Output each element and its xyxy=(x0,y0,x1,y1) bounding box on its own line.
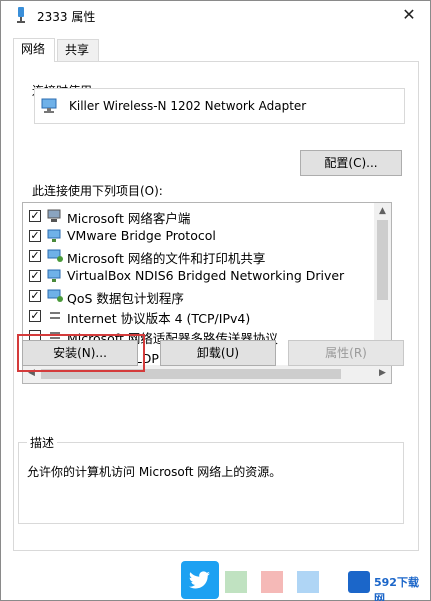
install-button[interactable]: 安装(N)... xyxy=(22,340,138,366)
network-service-icon xyxy=(47,289,63,303)
window-title: 2333 属性 xyxy=(37,10,96,24)
checkbox[interactable]: ✓ xyxy=(29,290,41,302)
network-adapter-icon xyxy=(41,98,59,114)
scroll-thumb[interactable] xyxy=(377,220,388,300)
checkbox[interactable]: ✓ xyxy=(29,310,41,322)
list-item[interactable]: ✓ Microsoft 网络的文件和打印机共享 xyxy=(23,246,373,266)
site-logo-icon xyxy=(348,571,370,593)
list-item[interactable]: ✓ Microsoft 网络客户端 xyxy=(23,206,373,226)
list-item-label: Internet 协议版本 4 (TCP/IPv4) xyxy=(67,311,251,326)
list-item-label: Microsoft 网络的文件和打印机共享 xyxy=(67,251,266,266)
description-legend: 描述 xyxy=(27,434,58,451)
network-client-icon xyxy=(47,209,63,223)
watermark-text: 592下载网 xyxy=(374,576,419,601)
description-group: 描述 允许你的计算机访问 Microsoft 网络上的资源。 xyxy=(18,434,404,524)
connection-icon xyxy=(15,7,27,23)
items-label: 此连接使用下列项目(O): xyxy=(32,184,163,198)
network-service-icon xyxy=(47,249,63,263)
list-item[interactable]: ✓ QoS 数据包计划程序 xyxy=(23,286,373,306)
twitter-icon xyxy=(181,561,219,599)
adapter-name: Killer Wireless-N 1202 Network Adapter xyxy=(69,99,307,113)
checkbox[interactable]: ✓ xyxy=(29,250,41,262)
network-protocol-icon xyxy=(47,269,63,283)
checkbox[interactable]: ✓ xyxy=(29,210,41,222)
list-item-label: VirtualBox NDIS6 Bridged Networking Driv… xyxy=(67,268,345,283)
list-item[interactable]: ✓ VMware Bridge Protocol xyxy=(23,226,373,246)
list-item[interactable]: ✓ VirtualBox NDIS6 Bridged Networking Dr… xyxy=(23,266,373,286)
network-protocol-icon xyxy=(47,229,63,243)
list-item-label: VMware Bridge Protocol xyxy=(67,228,216,243)
tab-sharing[interactable]: 共享 xyxy=(57,39,99,61)
footer-overlay: 592下载网 xyxy=(1,561,430,601)
properties-button: 属性(R) xyxy=(288,340,404,366)
title-bar[interactable]: 2333 属性 ✕ xyxy=(1,1,430,31)
adapter-box: Killer Wireless-N 1202 Network Adapter xyxy=(34,88,405,124)
uninstall-button[interactable]: 卸载(U) xyxy=(160,340,276,366)
properties-dialog: 2333 属性 ✕ 网络 共享 连接时使用: Killer Wireless-N… xyxy=(0,0,431,601)
scroll-up-arrow-icon[interactable]: ▲ xyxy=(374,203,391,220)
configure-button[interactable]: 配置(C)... xyxy=(300,150,402,176)
list-item-label: Microsoft 网络客户端 xyxy=(67,211,191,226)
network-protocol-icon xyxy=(47,309,63,323)
site-watermark: 592下载网 xyxy=(348,569,426,601)
tab-network[interactable]: 网络 xyxy=(13,38,55,62)
checkbox[interactable]: ✓ xyxy=(29,270,41,282)
network-tab-panel: 连接时使用: Killer Wireless-N 1202 Network Ad… xyxy=(13,61,419,551)
watermark-icons xyxy=(221,567,341,597)
list-item[interactable]: ✓ Internet 协议版本 4 (TCP/IPv4) xyxy=(23,306,373,326)
scroll-right-arrow-icon[interactable]: ▶ xyxy=(374,365,391,382)
checkbox[interactable]: ✓ xyxy=(29,230,41,242)
description-text: 允许你的计算机访问 Microsoft 网络上的资源。 xyxy=(27,465,282,479)
close-button[interactable]: ✕ xyxy=(396,3,422,27)
list-item-label: QoS 数据包计划程序 xyxy=(67,291,184,306)
